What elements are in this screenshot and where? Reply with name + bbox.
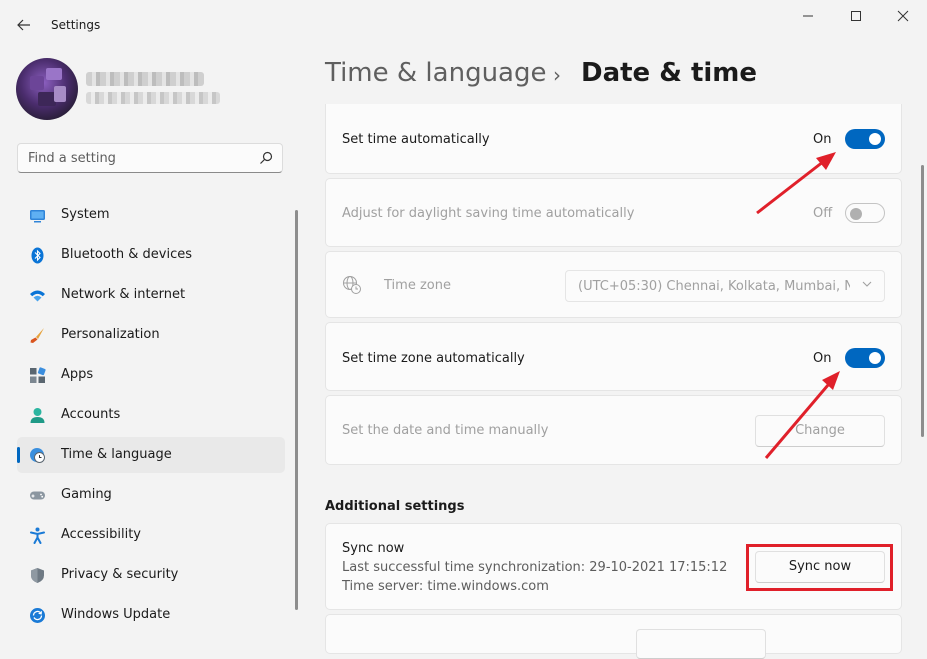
red-arrow-annotation-1 [756, 152, 836, 215]
red-arrow-annotation-2 [764, 371, 840, 459]
red-highlight-box [746, 544, 893, 591]
